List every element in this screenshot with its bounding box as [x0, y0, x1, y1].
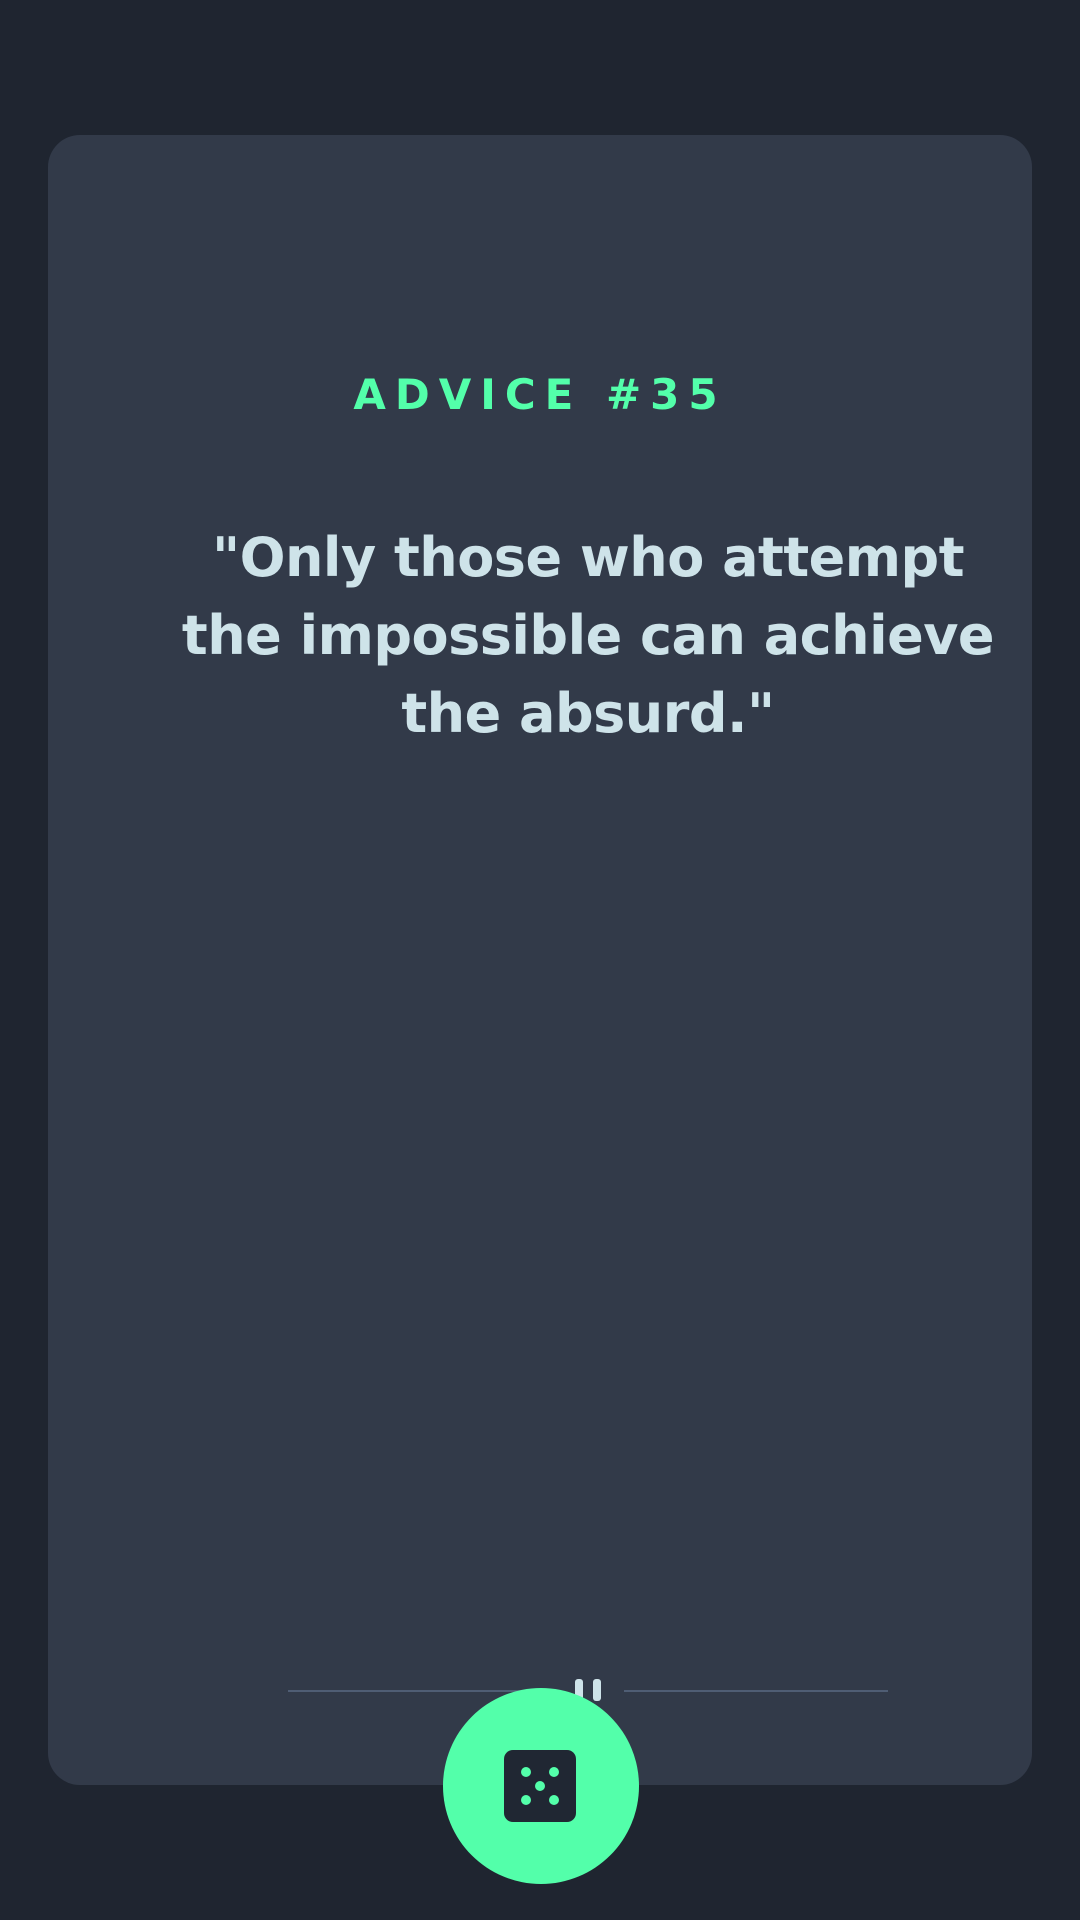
- dice-pip: [549, 1767, 559, 1777]
- advice-card: ADVICE #35 "Only those who attempt the i…: [48, 135, 1032, 1785]
- dice-pip: [521, 1795, 531, 1805]
- advice-quote: "Only those who attempt the impossible c…: [181, 526, 995, 745]
- dice-pip: [549, 1795, 559, 1805]
- pause-bar-right: [593, 1679, 601, 1701]
- dice-pip: [535, 1781, 545, 1791]
- dice-pip: [521, 1767, 531, 1777]
- divider-line-right: [624, 1690, 888, 1692]
- dice-icon: [504, 1750, 576, 1822]
- advice-id-label: ADVICE #35: [353, 370, 727, 419]
- new-advice-button[interactable]: [443, 1688, 639, 1884]
